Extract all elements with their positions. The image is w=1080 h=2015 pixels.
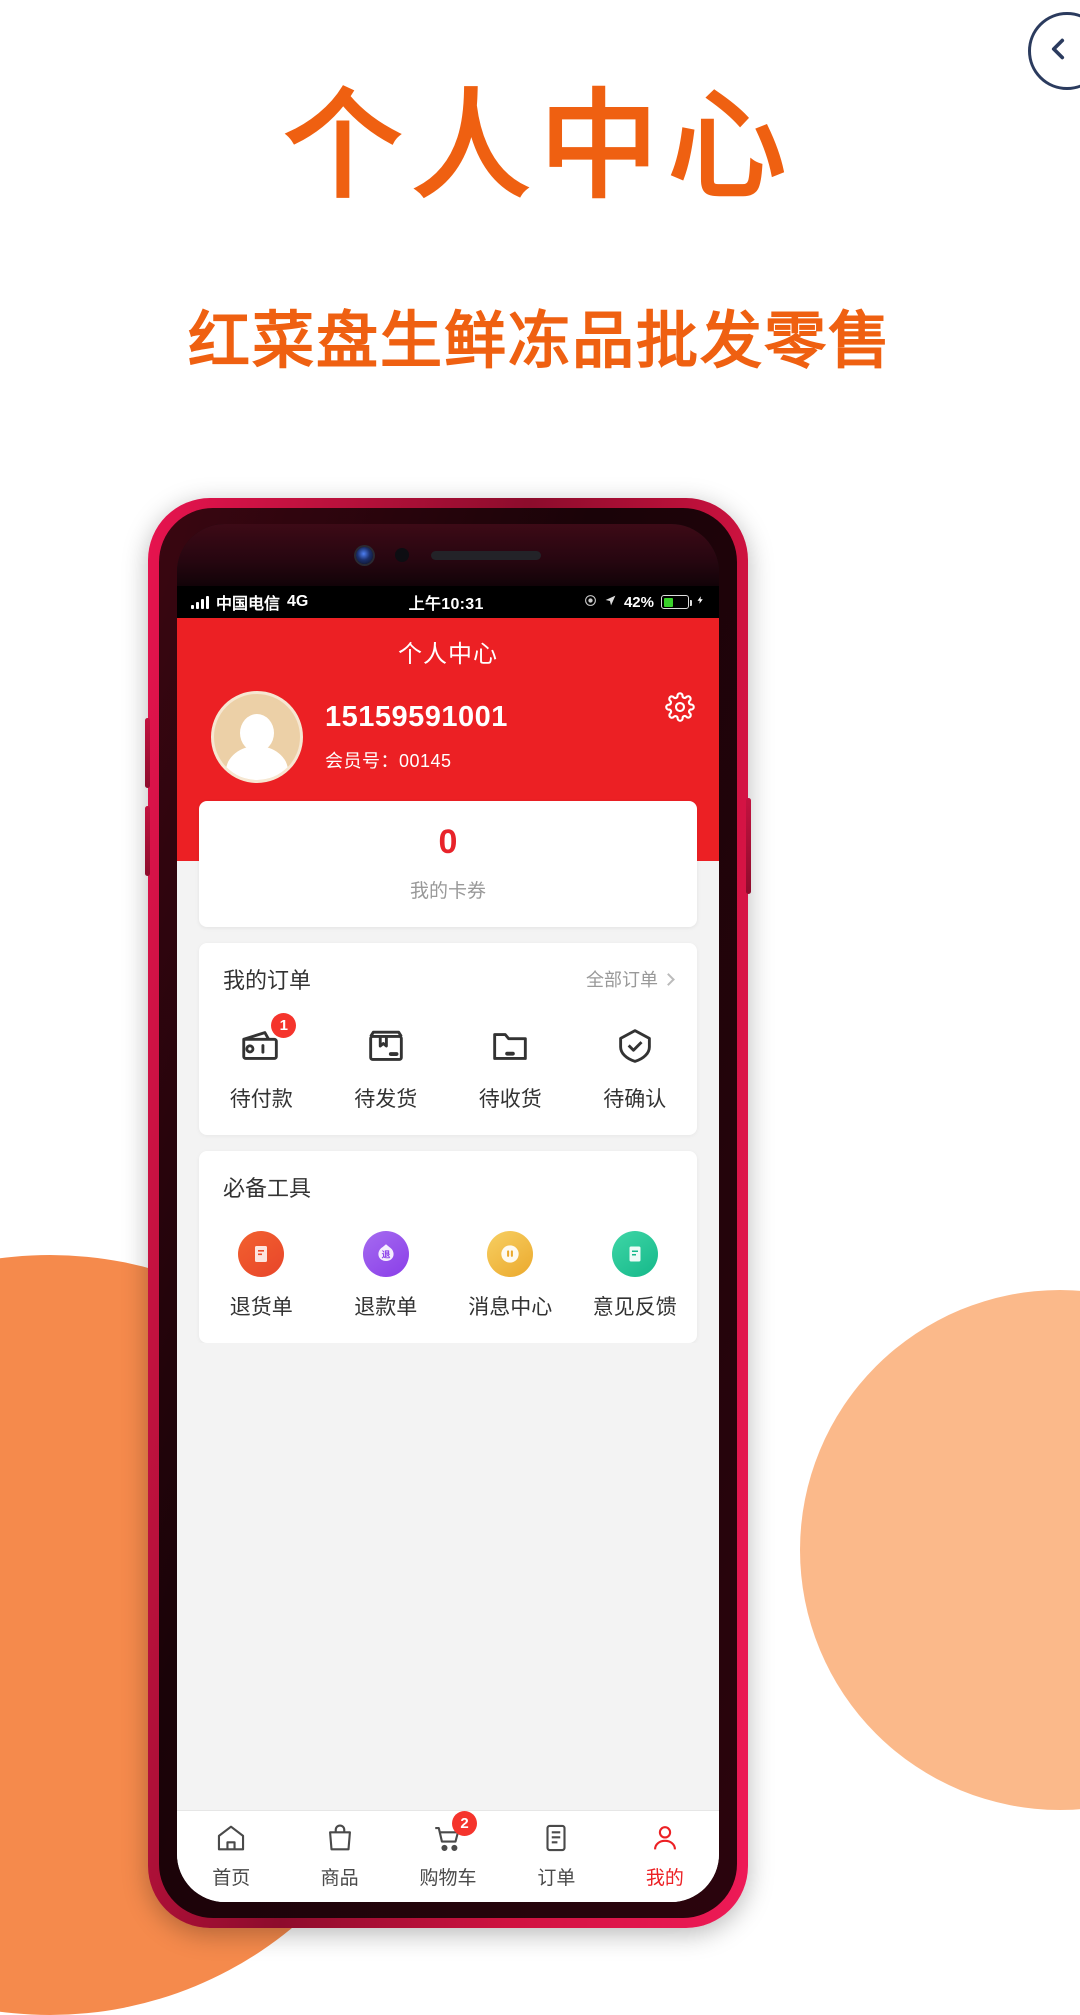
profile-row[interactable]: 15159591001 会员号：00145	[177, 675, 719, 783]
order-status-pending-receipt[interactable]: 待收货	[448, 1023, 573, 1113]
front-camera-icon	[355, 546, 373, 564]
tool-return-order[interactable]: 退货单	[199, 1231, 324, 1321]
navigation-icon	[604, 594, 617, 611]
signal-bars-icon	[191, 595, 209, 609]
earpiece-speaker	[430, 550, 541, 560]
battery-percent-label: 42%	[623, 593, 654, 611]
tool-message-center[interactable]: 消息中心	[448, 1231, 573, 1321]
tool-label: 退货单	[229, 1296, 293, 1319]
back-arrow-icon	[1051, 32, 1075, 71]
battery-icon	[661, 595, 692, 609]
tab-label: 商品	[320, 1868, 359, 1889]
phone-screen: 中国电信 4G 上午10:31 42% 个人中心 15159591001 会员号…	[177, 586, 719, 1902]
tab-label: 首页	[212, 1868, 251, 1889]
order-status-label: 待收货	[478, 1088, 542, 1111]
page-title: 个人中心	[283, 81, 796, 213]
member-label: 会员号：	[325, 751, 399, 771]
chevron-right-icon	[662, 972, 675, 986]
tab-label: 订单	[537, 1868, 576, 1889]
my-orders-title: 我的订单	[223, 968, 312, 993]
tool-label: 退款单	[354, 1296, 418, 1319]
phone-top-bezel	[177, 524, 719, 586]
tab-mine[interactable]: 我的	[611, 1821, 719, 1890]
status-time: 上午10:31	[408, 596, 484, 613]
profile-member-id: 会员号：00145	[325, 747, 508, 773]
order-status-label: 待发货	[354, 1088, 418, 1111]
feedback-icon	[611, 1231, 658, 1277]
tools-title: 必备工具	[223, 1176, 312, 1201]
order-list-icon	[539, 1821, 573, 1855]
location-icon	[584, 594, 597, 611]
app-header-title: 个人中心	[398, 641, 498, 668]
order-status-label: 待付款	[229, 1088, 293, 1111]
return-order-icon	[238, 1231, 285, 1277]
avatar-body-shape	[226, 746, 288, 780]
network-type-label: 4G	[287, 593, 309, 610]
tab-label: 我的	[645, 1868, 684, 1889]
goods-bag-icon	[323, 1821, 357, 1855]
avatar[interactable]	[211, 691, 303, 783]
page-subtitle: 红菜盘生鲜冻品批发零售	[187, 307, 892, 376]
carrier-label: 中国电信	[216, 596, 281, 613]
cart-icon: 2	[431, 1811, 478, 1855]
volume-down-button[interactable]	[145, 806, 150, 876]
user-icon	[648, 1821, 682, 1855]
all-orders-label: 全部订单	[586, 970, 658, 990]
svg-text:退: 退	[381, 1250, 390, 1261]
proximity-sensor-icon	[394, 548, 409, 562]
all-orders-link[interactable]: 全部订单	[586, 966, 675, 992]
status-bar: 中国电信 4G 上午10:31 42%	[177, 586, 719, 618]
refund-bag-icon: 退	[362, 1231, 409, 1277]
tab-label: 购物车	[419, 1868, 477, 1889]
profile-phone-number: 15159591001	[325, 701, 508, 733]
coupon-label: 我的卡券	[409, 881, 486, 902]
power-button[interactable]	[746, 798, 751, 894]
phone-frame: 中国电信 4G 上午10:31 42% 个人中心 15159591001 会员号…	[145, 498, 751, 1928]
phone-frame-inner: 中国电信 4G 上午10:31 42% 个人中心 15159591001 会员号…	[159, 508, 737, 1918]
tool-feedback[interactable]: 意见反馈	[573, 1231, 698, 1321]
order-status-label: 待确认	[603, 1088, 667, 1111]
order-status-pending-payment[interactable]: 1 待付款	[199, 1013, 324, 1113]
tool-label: 消息中心	[468, 1296, 553, 1319]
my-orders-card: 我的订单 全部订单 1 待付款 待发货 待收货 待确认	[199, 943, 697, 1135]
tab-orders[interactable]: 订单	[502, 1821, 610, 1890]
phone-bezel: 中国电信 4G 上午10:31 42% 个人中心 15159591001 会员号…	[177, 524, 719, 1902]
charging-bolt-icon	[696, 593, 705, 611]
check-shield-icon	[612, 1023, 658, 1069]
message-center-icon	[487, 1231, 534, 1277]
phone-mockup: 中国电信 4G 上午10:31 42% 个人中心 15159591001 会员号…	[145, 498, 751, 1928]
order-status-pending-confirm[interactable]: 待确认	[573, 1023, 698, 1113]
tool-label: 意见反馈	[592, 1296, 677, 1319]
cart-badge: 2	[452, 1811, 478, 1836]
gear-icon[interactable]	[665, 692, 695, 722]
coupon-card[interactable]: 0 我的卡券	[199, 801, 697, 927]
tab-goods[interactable]: 商品	[285, 1821, 393, 1890]
home-icon	[214, 1821, 248, 1855]
package-box-icon	[363, 1023, 409, 1069]
tab-cart[interactable]: 2 购物车	[394, 1811, 502, 1890]
order-status-pending-shipment[interactable]: 待发货	[324, 1023, 449, 1113]
tool-refund-order[interactable]: 退 退款单	[324, 1231, 449, 1321]
pending-payment-badge: 1	[271, 1013, 297, 1038]
back-button[interactable]	[1028, 12, 1080, 90]
bottom-tabbar: 首页 商品 2 购物车 订单 我的	[177, 1810, 719, 1902]
wallet-icon: 1	[238, 1013, 297, 1069]
tools-card: 必备工具 退货单 退 退款单 消息中心 意见反馈	[199, 1151, 697, 1343]
content-spacer	[177, 1343, 719, 1810]
folder-icon	[487, 1023, 533, 1069]
member-value: 00145	[399, 751, 452, 771]
volume-up-button[interactable]	[145, 718, 150, 788]
background-blob-right	[800, 1290, 1080, 1810]
coupon-count: 0	[438, 823, 458, 861]
tab-home[interactable]: 首页	[177, 1821, 285, 1890]
